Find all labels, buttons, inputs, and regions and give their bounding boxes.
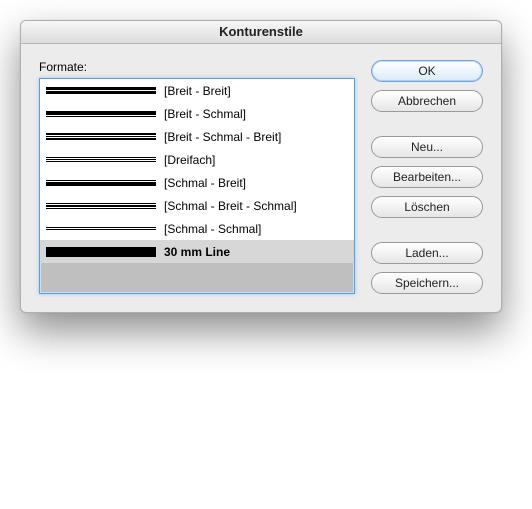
stroke-preview-icon <box>46 197 156 215</box>
new-button[interactable]: Neu... <box>371 136 483 158</box>
list-item-label: [Schmal - Breit - Schmal] <box>164 199 297 213</box>
stroke-styles-listbox[interactable]: [Breit - Breit] [Breit - Schmal] [Breit - … <box>39 78 355 294</box>
cancel-button[interactable]: Abbrechen <box>371 90 483 112</box>
left-panel: Formate: [Breit - Breit] [Breit - Schmal]… <box>39 60 355 294</box>
stroke-preview-icon <box>46 105 156 123</box>
delete-button[interactable]: Löschen <box>371 196 483 218</box>
list-item-label: [Breit - Schmal - Breit] <box>164 130 281 144</box>
stroke-preview-icon <box>46 243 156 261</box>
list-item[interactable]: [Schmal - Breit] <box>40 171 354 194</box>
stroke-preview-icon <box>46 128 156 146</box>
list-item[interactable]: [Dreifach] <box>40 148 354 171</box>
save-button[interactable]: Speichern... <box>371 272 483 294</box>
dialog-content: Formate: [Breit - Breit] [Breit - Schmal]… <box>21 44 501 312</box>
list-item-label: [Dreifach] <box>164 153 215 167</box>
button-column: OK Abbrechen Neu... Bearbeiten... Lösche… <box>371 60 483 294</box>
stroke-preview-icon <box>46 151 156 169</box>
stroke-preview-icon <box>46 82 156 100</box>
list-item[interactable]: [Breit - Schmal] <box>40 102 354 125</box>
list-item[interactable]: [Breit - Schmal - Breit] <box>40 125 354 148</box>
edit-button[interactable]: Bearbeiten... <box>371 166 483 188</box>
ok-button[interactable]: OK <box>371 60 483 82</box>
list-label: Formate: <box>39 60 355 74</box>
list-item[interactable]: [Breit - Breit] <box>40 79 354 102</box>
list-item[interactable]: [Schmal - Breit - Schmal] <box>40 194 354 217</box>
list-item-label: [Schmal - Breit] <box>164 176 246 190</box>
dialog-window: Konturenstile Formate: [Breit - Breit][B… <box>20 20 502 313</box>
list-item[interactable]: 30 mm Line <box>40 240 354 263</box>
list-item-label: [Breit - Schmal] <box>164 107 246 121</box>
stroke-preview-icon <box>46 220 156 238</box>
window-title: Konturenstile <box>21 21 501 44</box>
list-item-label: 30 mm Line <box>164 245 230 259</box>
stroke-preview-icon <box>46 174 156 192</box>
list-item-label: [Schmal - Schmal] <box>164 222 261 236</box>
list-item[interactable]: [Schmal - Schmal] <box>40 217 354 240</box>
list-item-label: [Breit - Breit] <box>164 84 231 98</box>
load-button[interactable]: Laden... <box>371 242 483 264</box>
